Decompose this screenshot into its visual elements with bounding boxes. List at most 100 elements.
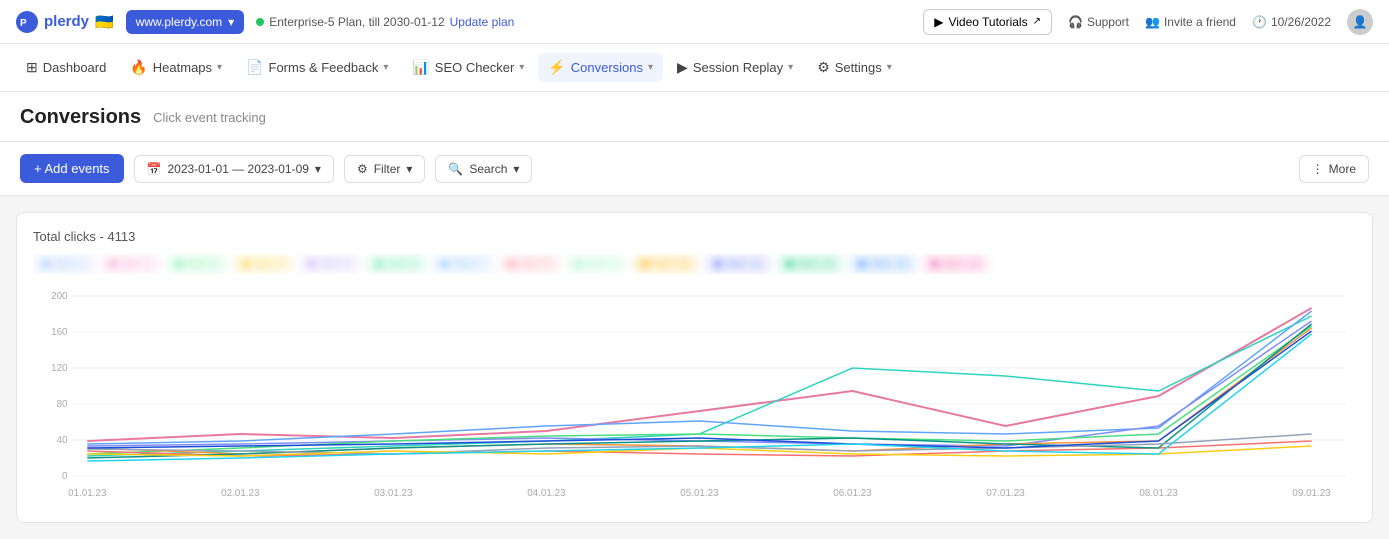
nav-item-seo-checker[interactable]: 📊 SEO Checker ▾ [402, 53, 534, 82]
line-chart: 200 160 120 80 40 0 01.01.23 02.01.23 03… [33, 286, 1356, 506]
calendar-icon: 📅 [147, 162, 162, 176]
seo-icon: 📊 [412, 59, 429, 76]
avatar-icon: 👤 [1353, 15, 1368, 29]
logo: P plerdy 🇺🇦 [16, 11, 114, 33]
svg-text:06.01.23: 06.01.23 [833, 488, 872, 499]
svg-text:40: 40 [57, 435, 68, 446]
svg-text:01.01.23: 01.01.23 [68, 488, 107, 499]
site-selector-label: www.plerdy.com [136, 15, 222, 29]
more-button[interactable]: ⋮ More [1299, 155, 1369, 183]
filter-label: Filter [374, 162, 401, 176]
nav-item-dashboard[interactable]: ⊞ Dashboard [16, 53, 116, 82]
clock-icon: 🕐 [1252, 15, 1267, 29]
legend-item: Item 10 [632, 254, 699, 274]
legend-item: Item 6 [366, 254, 427, 274]
chart-container: Total clicks - 4113 Item 1Item 2Item 3It… [16, 212, 1373, 523]
svg-text:05.01.23: 05.01.23 [680, 488, 719, 499]
svg-text:02.01.23: 02.01.23 [221, 488, 260, 499]
support-icon: 🎧 [1068, 15, 1083, 29]
legend-item: Item 2 [100, 254, 161, 274]
svg-text:120: 120 [51, 363, 68, 374]
support-link[interactable]: 🎧 Support [1068, 15, 1129, 29]
svg-text:200: 200 [51, 291, 68, 302]
nav-label-dashboard: Dashboard [43, 60, 107, 75]
chevron-down-icon: ▾ [315, 162, 321, 176]
date-range-value: 2023-01-01 — 2023-01-09 [167, 162, 308, 176]
plan-badge: Enterprise-5 Plan, till 2030-01-12 Updat… [256, 15, 514, 29]
date-text: 10/26/2022 [1271, 15, 1331, 29]
legend-item: Item 5 [299, 254, 360, 274]
update-plan-link[interactable]: Update plan [450, 15, 515, 29]
nav-item-forms-feedback[interactable]: 📄 Forms & Feedback ▾ [236, 53, 398, 82]
chevron-down-icon: ▾ [217, 62, 222, 73]
add-events-label: + Add events [34, 161, 110, 176]
nav-item-conversions[interactable]: ⚡ Conversions ▾ [538, 53, 663, 82]
logo-text: plerdy [44, 13, 89, 30]
filter-button[interactable]: ⚙ Filter ▾ [344, 155, 425, 183]
chevron-down-icon: ▾ [788, 62, 793, 73]
svg-text:80: 80 [57, 399, 68, 410]
toolbar: + Add events 📅 2023-01-01 — 2023-01-09 ▾… [0, 142, 1389, 196]
navbar: ⊞ Dashboard 🔥 Heatmaps ▾ 📄 Forms & Feedb… [0, 44, 1389, 92]
chevron-down-icon: ▾ [887, 62, 892, 73]
plan-text: Enterprise-5 Plan, till 2030-01-12 [269, 15, 444, 29]
external-link-icon: ↗ [1033, 16, 1041, 27]
chart-legend: Item 1Item 2Item 3Item 4Item 5Item 6Item… [33, 254, 1356, 274]
svg-text:03.01.23: 03.01.23 [374, 488, 413, 499]
invite-friend-link[interactable]: 👥 Invite a friend [1145, 15, 1236, 29]
legend-item: Item 8 [499, 254, 560, 274]
conversions-icon: ⚡ [548, 59, 565, 76]
legend-item: Item 1 [33, 254, 94, 274]
legend-item: Item 7 [432, 254, 493, 274]
chevron-down-icon: ▾ [383, 62, 388, 73]
date-range-picker[interactable]: 📅 2023-01-01 — 2023-01-09 ▾ [134, 155, 334, 183]
settings-icon: ⚙ [817, 59, 830, 76]
svg-text:P: P [20, 18, 27, 29]
filter-icon: ⚙ [357, 162, 368, 176]
svg-text:04.01.23: 04.01.23 [527, 488, 566, 499]
chevron-down-icon: ▾ [648, 62, 653, 73]
legend-item: Item 9 [566, 254, 627, 274]
nav-item-settings[interactable]: ⚙ Settings ▾ [807, 53, 902, 82]
svg-text:07.01.23: 07.01.23 [986, 488, 1025, 499]
video-tutorials-button[interactable]: ▶ Video Tutorials ↗ [923, 9, 1052, 35]
chevron-down-icon: ▾ [513, 162, 519, 176]
search-icon: 🔍 [448, 162, 463, 176]
site-selector-button[interactable]: www.plerdy.com ▾ [126, 10, 245, 34]
heatmaps-icon: 🔥 [130, 59, 147, 76]
search-button[interactable]: 🔍 Search ▾ [435, 155, 532, 183]
topbar: P plerdy 🇺🇦 www.plerdy.com ▾ Enterprise-… [0, 0, 1389, 44]
legend-item: Item 14 [922, 254, 989, 274]
svg-text:09.01.23: 09.01.23 [1292, 488, 1331, 499]
nav-item-session-replay[interactable]: ▶ Session Replay ▾ [667, 53, 803, 82]
user-avatar[interactable]: 👤 [1347, 9, 1373, 35]
plan-status-dot [256, 18, 264, 26]
chart-title: Total clicks - 4113 [33, 229, 1356, 244]
invite-icon: 👥 [1145, 15, 1160, 29]
svg-text:160: 160 [51, 327, 68, 338]
nav-label-heatmaps: Heatmaps [153, 60, 212, 75]
support-label: Support [1087, 15, 1129, 29]
chevron-down-icon: ▾ [519, 62, 524, 73]
svg-text:08.01.23: 08.01.23 [1139, 488, 1178, 499]
content-header: Conversions Click event tracking [0, 92, 1389, 142]
logo-flag: 🇺🇦 [95, 13, 114, 31]
logo-icon: P [16, 11, 38, 33]
page-subtitle: Click event tracking [153, 110, 266, 125]
more-dots-icon: ⋮ [1312, 162, 1324, 176]
legend-item: Item 4 [233, 254, 294, 274]
nav-label-settings: Settings [835, 60, 882, 75]
nav-label-forms-feedback: Forms & Feedback [269, 60, 379, 75]
legend-item: Item 11 [705, 254, 771, 274]
add-events-button[interactable]: + Add events [20, 154, 124, 183]
date-display: 🕐 10/26/2022 [1252, 15, 1331, 29]
forms-icon: 📄 [246, 59, 263, 76]
nav-item-heatmaps[interactable]: 🔥 Heatmaps ▾ [120, 53, 232, 82]
nav-label-conversions: Conversions [571, 60, 643, 75]
more-label: More [1329, 162, 1356, 176]
session-replay-icon: ▶ [677, 59, 688, 76]
chevron-down-icon: ▾ [228, 15, 234, 29]
chart-area: 200 160 120 80 40 0 01.01.23 02.01.23 03… [33, 286, 1356, 506]
topbar-right: ▶ Video Tutorials ↗ 🎧 Support 👥 Invite a… [923, 9, 1373, 35]
nav-label-session-replay: Session Replay [693, 60, 783, 75]
